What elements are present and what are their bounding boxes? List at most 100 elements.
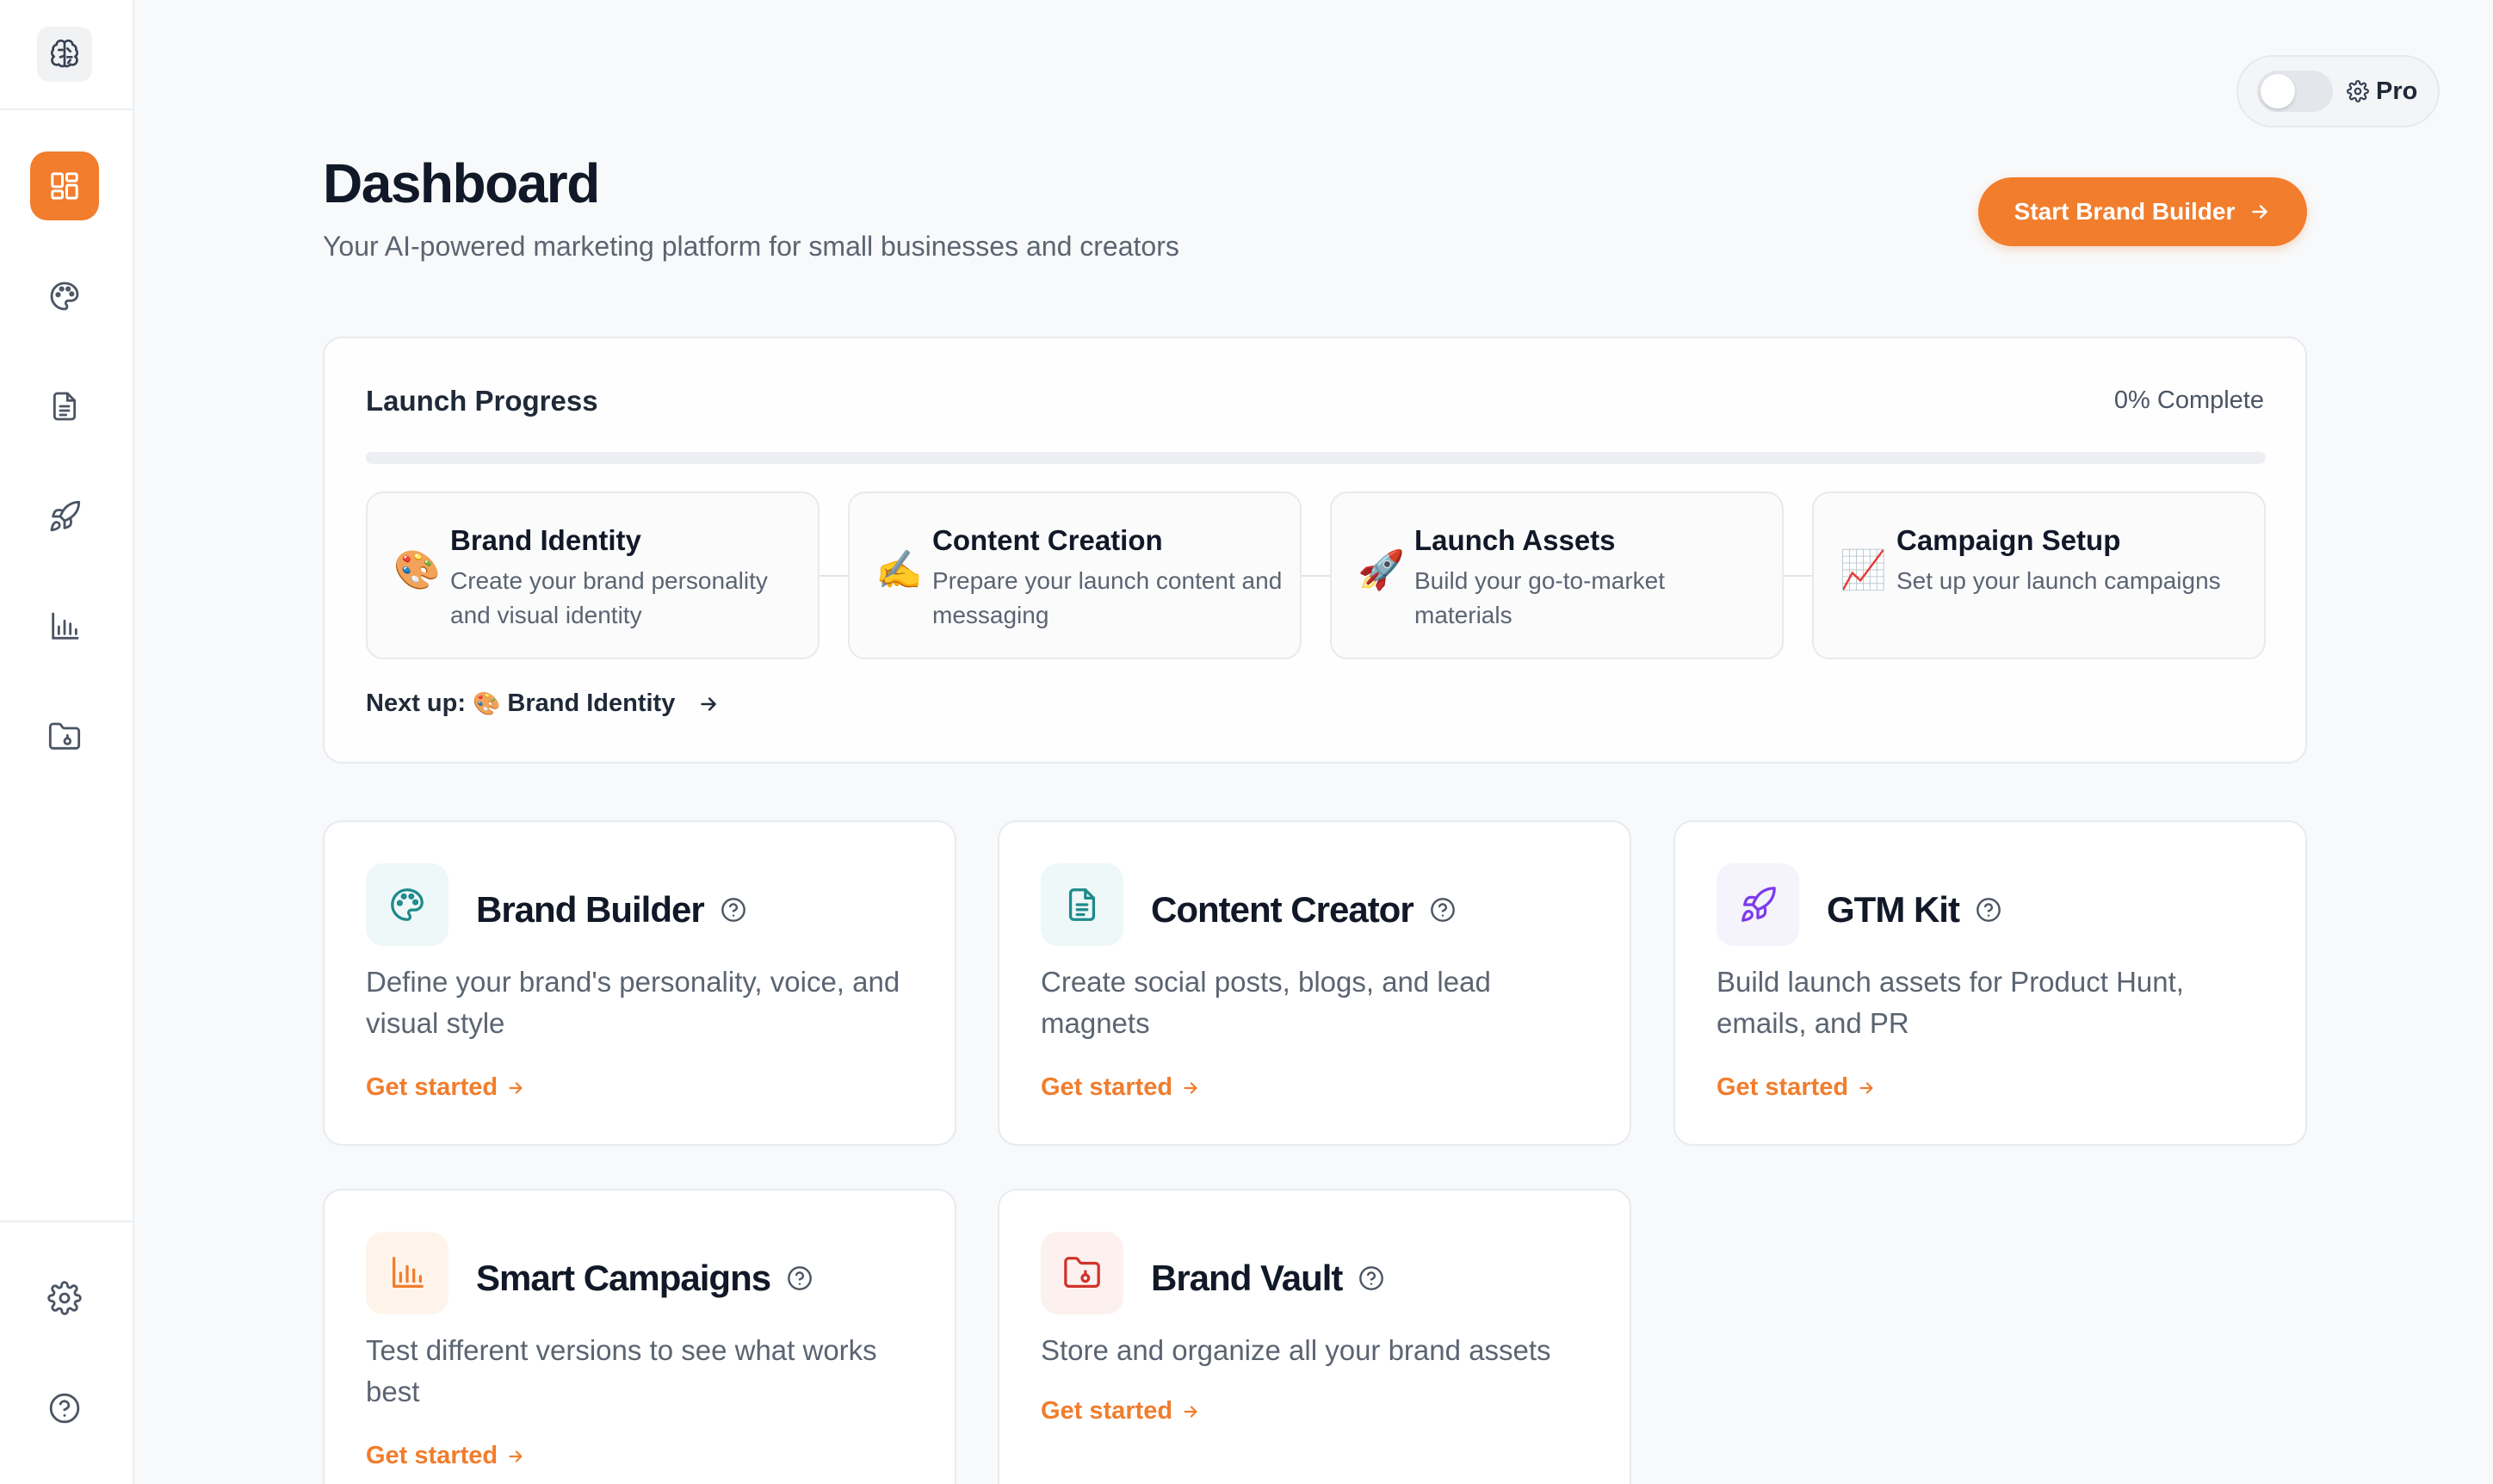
arrow-right-icon [1184,1405,1197,1418]
page-title: Dashboard [323,152,600,214]
palette-emoji-icon: 🎨 [473,690,501,717]
pro-switch[interactable] [2257,71,2333,112]
help-circle-icon[interactable] [1358,1264,1385,1292]
sidebar-item-settings[interactable] [30,1264,99,1333]
dashboard-grid-icon [51,172,78,200]
rocket-icon [50,500,81,532]
gear-icon [2347,80,2369,102]
step-content-creation[interactable]: ✍️ Content Creation Prepare your launch … [848,492,1302,659]
help-circle-icon[interactable] [1429,896,1457,924]
launch-progress-title: Launch Progress [366,385,598,417]
arrow-right-icon [2252,205,2268,219]
step-connector [1784,575,1813,577]
tool-icon-box [366,1232,448,1314]
step-description: Build your go-to-market materials [1414,567,1666,628]
progress-bar [366,452,2266,464]
progress-percent: 0% Complete [2113,386,2264,414]
bar-chart-icon [52,612,79,640]
next-up-label: Next up: [366,689,466,717]
tool-description: Test different versions to see what work… [366,1334,877,1407]
bar-chart-icon [393,1257,424,1288]
link-label: Get started [1041,1397,1173,1425]
sidebar-item-campaigns[interactable] [30,592,99,661]
step-brand-identity[interactable]: 🎨 Brand Identity Create your brand perso… [366,492,820,659]
arrow-right-icon [509,1450,523,1462]
next-up-link[interactable]: Next up: 🎨 Brand Identity [366,689,720,718]
step-title: Content Creation [932,524,1163,556]
tool-description: Store and organize all your brand assets [1041,1334,1551,1366]
step-connector [1302,575,1331,577]
link-label: Get started [1041,1073,1173,1101]
tool-card-smart-campaigns[interactable]: Smart Campaigns Test different versions … [323,1189,956,1484]
next-up-target: Brand Identity [507,689,676,717]
step-description: Create your brand personality and visual… [450,567,768,628]
arrow-right-icon [1184,1081,1197,1094]
tool-title-text: GTM Kit [1827,889,1960,930]
step-launch-assets[interactable]: 🚀 Launch Assets Build your go-to-market … [1330,492,1784,659]
tool-card-brand-vault[interactable]: Brand Vault Store and organize all your … [998,1189,1631,1484]
launch-progress-card: Launch Progress 0% Complete 🎨 Brand Iden… [323,337,2307,764]
step-description: Set up your launch campaigns [1896,567,2221,594]
step-title: Launch Assets [1414,524,1616,556]
pro-label: Pro [2376,77,2418,105]
document-icon [1068,888,1096,921]
help-circle-icon[interactable] [786,1264,813,1292]
help-circle-icon [49,1393,80,1424]
writing-hand-emoji-icon: ✍️ [875,548,923,592]
sidebar-item-vault[interactable] [30,702,99,771]
tool-icon-box [366,863,448,946]
tool-title: Smart Campaigns [476,1258,813,1299]
arrow-right-icon [509,1081,523,1094]
rocket-icon [1741,887,1776,922]
tool-title: Brand Builder [476,889,747,931]
page-subtitle: Your AI-powered marketing platform for s… [323,231,1179,262]
tool-title: GTM Kit [1827,889,2002,931]
tool-icon-box [1717,863,1799,946]
tool-card-content-creator[interactable]: Content Creator Create social posts, blo… [998,820,1631,1146]
sidebar-item-dashboard[interactable] [30,151,99,220]
sidebar-item-gtm[interactable] [30,482,99,551]
arrow-right-icon [701,696,717,711]
palette-icon [50,281,79,311]
tool-title-text: Brand Vault [1151,1258,1343,1298]
tool-title-text: Brand Builder [476,889,705,930]
link-label: Get started [366,1073,498,1101]
link-label: Get started [366,1442,498,1469]
arrow-right-icon [1859,1081,1873,1094]
get-started-link[interactable]: Get started [366,1073,525,1102]
help-circle-icon[interactable] [720,896,747,924]
get-started-link[interactable]: Get started [366,1442,525,1470]
tool-description: Define your brand's personality, voice, … [366,966,900,1039]
get-started-link[interactable]: Get started [1041,1397,1200,1425]
rocket-emoji-icon: 🚀 [1358,548,1405,592]
help-circle-icon[interactable] [1975,896,2002,924]
get-started-link[interactable]: Get started [1041,1073,1200,1102]
step-title: Campaign Setup [1896,524,2121,556]
get-started-link[interactable]: Get started [1717,1073,1876,1102]
tool-card-gtm-kit[interactable]: GTM Kit Build launch assets for Product … [1673,820,2307,1146]
step-campaign-setup[interactable]: 📈 Campaign Setup Set up your launch camp… [1812,492,2266,659]
gear-icon [47,1281,82,1315]
start-brand-builder-button[interactable]: Start Brand Builder [1978,177,2307,246]
sidebar-item-brand-builder[interactable] [30,262,99,331]
sidebar [0,0,134,1484]
tool-icon-box [1041,1232,1123,1314]
sidebar-divider [0,1221,134,1222]
chart-increasing-emoji-icon: 📈 [1840,548,1887,592]
tool-icon-box [1041,863,1123,946]
cta-label: Start Brand Builder [2014,198,2236,225]
palette-icon [391,888,424,921]
sidebar-item-content[interactable] [30,372,99,441]
brain-logo-icon[interactable] [37,27,92,82]
sidebar-divider [0,108,134,110]
palette-emoji-icon: 🎨 [393,548,441,592]
tool-title: Brand Vault [1151,1258,1385,1299]
tool-title-text: Smart Campaigns [476,1258,771,1298]
tool-description: Create social posts, blogs, and lead mag… [1041,966,1491,1039]
switch-knob [2261,74,2295,108]
step-title: Brand Identity [450,524,641,556]
sidebar-item-help[interactable] [30,1374,99,1443]
pro-mode-toggle[interactable]: Pro [2236,55,2440,127]
tool-card-brand-builder[interactable]: Brand Builder Define your brand's person… [323,820,956,1146]
link-label: Get started [1717,1073,1849,1101]
